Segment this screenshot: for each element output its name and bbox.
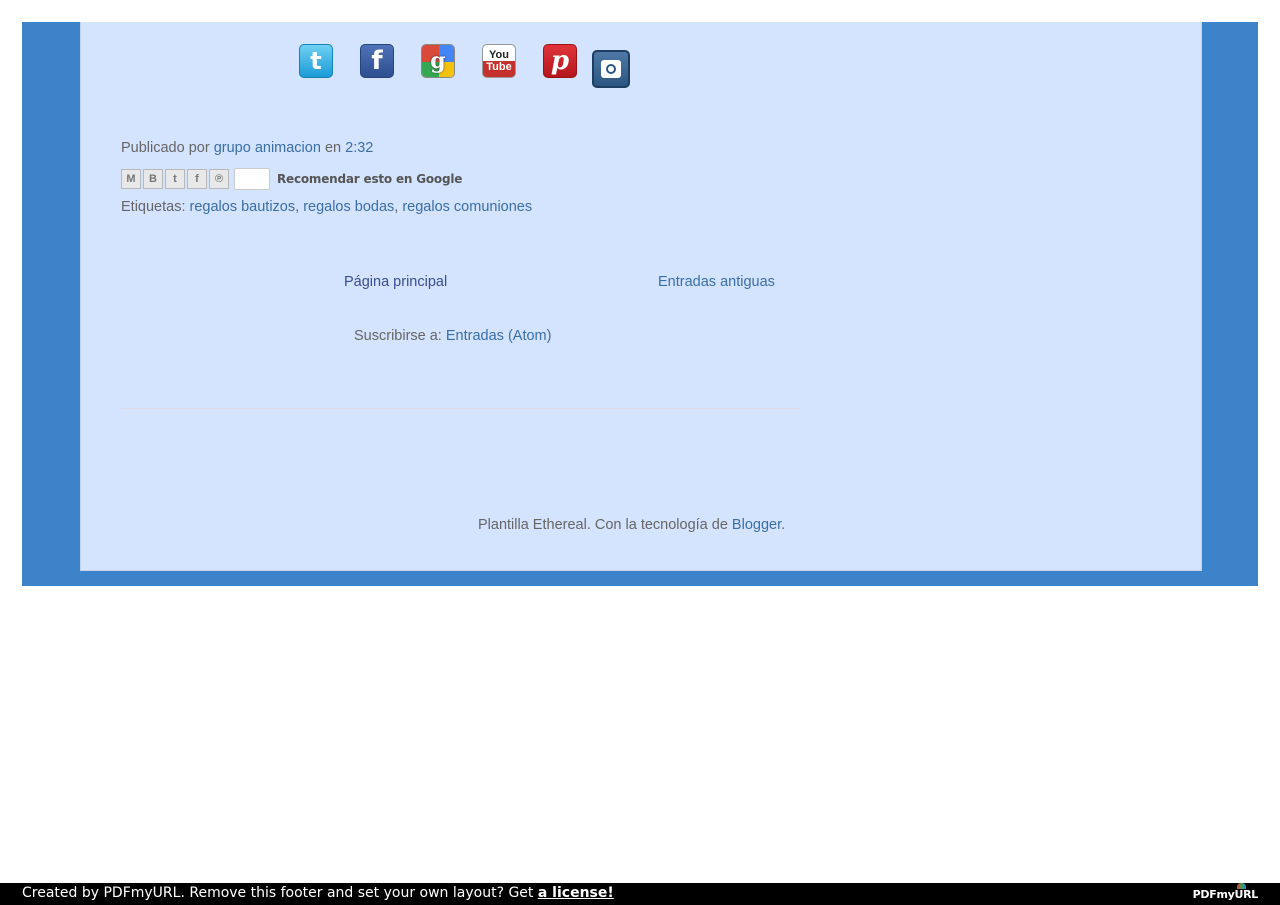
template-attribution: Plantilla Ethereal. Con la tecnología de…: [478, 517, 785, 533]
google-plus-glyph: g: [430, 48, 446, 74]
author-link[interactable]: grupo animacion: [214, 140, 321, 156]
blog-content-area: t f g You Tube p Publicado por grupo ani…: [80, 22, 1202, 571]
twitter-share-icon[interactable]: t: [165, 169, 185, 189]
twitter-icon[interactable]: t: [299, 44, 333, 78]
blogger-share-icon[interactable]: B: [143, 169, 163, 189]
google-plus-one-button[interactable]: [234, 168, 270, 190]
camera-icon: [601, 60, 621, 78]
labels-prefix: Etiquetas:: [121, 199, 186, 215]
pdfmyurl-footer-bar: Created by PDFmyURL. Remove this footer …: [0, 883, 1280, 905]
google-plus-icon[interactable]: g: [421, 44, 455, 78]
post-byline: Publicado por grupo animacion en 2:32: [121, 140, 373, 156]
youtube-glyph-bottom: Tube: [486, 60, 512, 73]
label-link-bodas[interactable]: regalos bodas: [303, 199, 394, 215]
recommend-google-label: Recomendar esto en Google: [277, 172, 463, 186]
share-buttons-bar: M B t f ℗ Recomendar esto en Google: [121, 168, 462, 190]
subscribe-prefix: Suscribirse a:: [354, 328, 442, 344]
facebook-icon[interactable]: f: [360, 44, 394, 78]
label-link-comuniones[interactable]: regalos comuniones: [402, 199, 532, 215]
content-divider: [121, 408, 799, 409]
subscribe-line: Suscribirse a: Entradas (Atom): [354, 328, 551, 344]
atom-feed-link[interactable]: Entradas (Atom): [446, 328, 552, 344]
pdfmyurl-logo[interactable]: PDFmyURL: [1193, 888, 1259, 901]
facebook-share-icon[interactable]: f: [187, 169, 207, 189]
attribution-text: Plantilla Ethereal. Con la tecnología de: [478, 517, 728, 533]
twitter-glyph: t: [310, 47, 322, 75]
label-link-bautizos[interactable]: regalos bautizos: [190, 199, 296, 215]
attribution-suffix: .: [781, 517, 786, 533]
email-share-icon[interactable]: M: [121, 169, 141, 189]
pinterest-share-icon[interactable]: ℗: [209, 169, 229, 189]
byline-middle: en: [324, 140, 342, 156]
instagram-icon[interactable]: [592, 50, 630, 88]
post-labels: Etiquetas: regalos bautizos, regalos bod…: [121, 199, 533, 215]
pinterest-glyph: p: [550, 46, 570, 76]
blog-outer-frame: t f g You Tube p Publicado por grupo ani…: [22, 22, 1258, 586]
pdf-footer-text: Created by PDFmyURL. Remove this footer …: [22, 885, 534, 901]
home-page-link[interactable]: Página principal: [344, 274, 447, 290]
youtube-glyph-top: You: [489, 48, 509, 61]
youtube-icon[interactable]: You Tube: [482, 44, 516, 78]
byline-prefix: Publicado por: [121, 140, 210, 156]
pinterest-icon[interactable]: p: [543, 44, 577, 78]
post-time-link[interactable]: 2:32: [345, 140, 373, 156]
facebook-glyph: f: [371, 46, 383, 76]
blogger-link[interactable]: Blogger: [732, 517, 781, 533]
license-link[interactable]: a license!: [538, 885, 614, 901]
pdf-footer-message: Created by PDFmyURL. Remove this footer …: [22, 885, 614, 901]
older-posts-link[interactable]: Entradas antiguas: [658, 274, 775, 290]
